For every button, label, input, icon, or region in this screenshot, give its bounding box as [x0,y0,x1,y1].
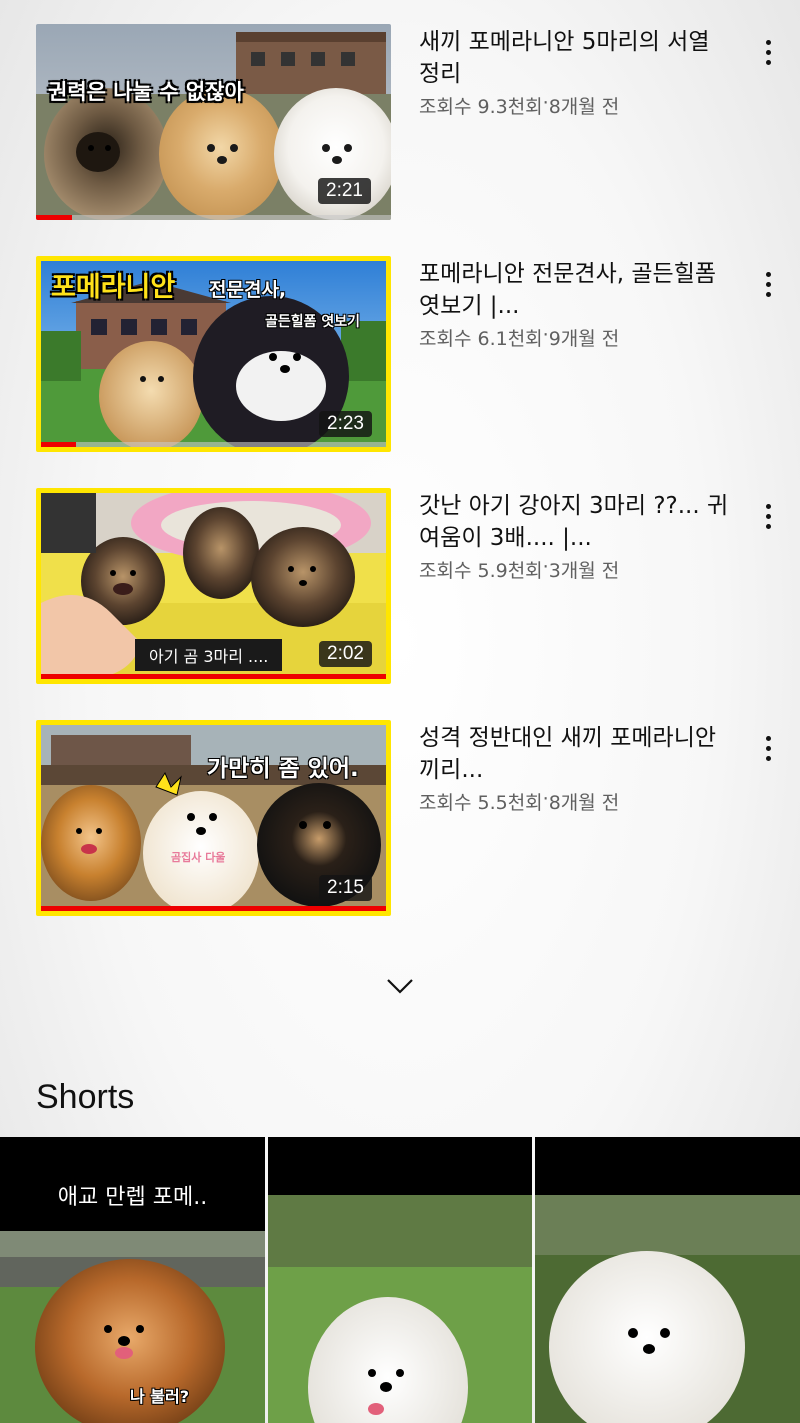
upload-age: 9개월 전 [548,328,620,350]
video-stats: 조회수 6.1천회 · 9개월 전 [419,324,729,351]
video-title[interactable]: 갓난 아기 강아지 3마리 ??... 귀여움이 3배.... |... [419,490,729,554]
video-thumbnail[interactable]: 아기 곰 3마리 .... 2:02 [36,488,391,684]
video-title[interactable]: 성격 정반대인 새끼 포메라니안 끼리... [419,722,729,786]
thumbnail-caption-secondary: 전문견사, [209,279,287,301]
view-count: 조회수 5.5천회 [419,792,543,814]
more-vert-icon [765,271,771,277]
more-options-button[interactable] [754,32,782,72]
video-item[interactable]: 가만히 좀 있어. 곰집사 다울 2:15 성격 정반대인 새끼 포메라니안 끼… [0,720,800,920]
more-vert-icon [765,39,771,45]
watch-progress-bar [41,442,76,447]
short-thumbnail [535,1137,800,1423]
short-overlay-text: 애교 만렙 포메.. [0,1137,265,1231]
shorts-heading: Shorts [36,1078,135,1116]
video-meta[interactable]: 새끼 포메라니안 5마리의 서열정리 조회수 9.3천회 · 8개월 전 [419,26,729,119]
short-card[interactable]: 애교 만렙 포메.. 나 불러? [0,1137,265,1423]
video-meta[interactable]: 성격 정반대인 새끼 포메라니안 끼리... 조회수 5.5천회 · 8개월 전 [419,722,729,815]
more-options-button[interactable] [754,728,782,768]
video-meta[interactable]: 갓난 아기 강아지 3마리 ??... 귀여움이 3배.... |... 조회수… [419,490,729,583]
video-stats: 조회수 5.9천회 · 3개월 전 [419,556,729,583]
thumbnail-caption: 포메라니안 [51,272,176,303]
video-item[interactable]: 아기 곰 3마리 .... 2:02 갓난 아기 강아지 3마리 ??... 귀… [0,488,800,688]
thumbnail-caption: 아기 곰 3마리 .... [135,639,283,671]
thumbnail-caption-secondary: 곰집사 다울 [171,851,226,864]
thumbnail-caption-tertiary: 골든힐폼 엿보기 [265,314,361,330]
thumbnail-caption: 가만히 좀 있어. [207,756,359,782]
video-thumbnail[interactable]: 포메라니안 전문견사, 골든힐폼 엿보기 2:23 [36,256,391,452]
progress-track [36,215,391,220]
duration-badge: 2:23 [319,411,372,437]
view-count: 조회수 6.1천회 [419,328,543,350]
video-title[interactable]: 새끼 포메라니안 5마리의 서열정리 [419,26,729,90]
thumbnail-caption: 권력은 나눌 수 없잖아 [48,80,244,104]
video-thumbnail[interactable]: 가만히 좀 있어. 곰집사 다울 2:15 [36,720,391,916]
watch-progress-bar [41,906,386,911]
short-card[interactable] [535,1137,800,1423]
more-options-button[interactable] [754,496,782,536]
more-vert-icon [765,503,771,509]
view-count: 조회수 5.9천회 [419,560,543,582]
upload-age: 8개월 전 [548,96,620,118]
video-thumbnail[interactable]: 권력은 나눌 수 없잖아 2:21 [36,24,391,220]
show-more-button[interactable] [380,968,420,1004]
short-thumbnail [268,1137,532,1423]
progress-track [41,442,386,447]
chevron-down-icon [387,979,413,994]
short-card[interactable] [268,1137,532,1423]
upload-age: 8개월 전 [548,792,620,814]
duration-badge: 2:15 [319,875,372,901]
video-meta[interactable]: 포메라니안 전문견사, 골든힐폼 엿보기 |... 조회수 6.1천회 · 9개… [419,258,729,351]
more-options-button[interactable] [754,264,782,304]
duration-badge: 2:02 [319,641,372,667]
video-stats: 조회수 5.5천회 · 8개월 전 [419,788,729,815]
view-count: 조회수 9.3천회 [419,96,543,118]
video-item[interactable]: 포메라니안 전문견사, 골든힐폼 엿보기 2:23 포메라니안 전문견사, 골든… [0,256,800,456]
upload-age: 3개월 전 [548,560,620,582]
watch-progress-bar [36,215,72,220]
watch-progress-bar [41,674,386,679]
video-item[interactable]: 권력은 나눌 수 없잖아 2:21 새끼 포메라니안 5마리의 서열정리 조회수… [0,24,800,224]
video-title[interactable]: 포메라니안 전문견사, 골든힐폼 엿보기 |... [419,258,729,322]
duration-badge: 2:21 [318,178,371,204]
more-vert-icon [765,735,771,741]
video-stats: 조회수 9.3천회 · 8개월 전 [419,92,729,119]
short-sticker-text: 나 불러? [130,1387,190,1406]
